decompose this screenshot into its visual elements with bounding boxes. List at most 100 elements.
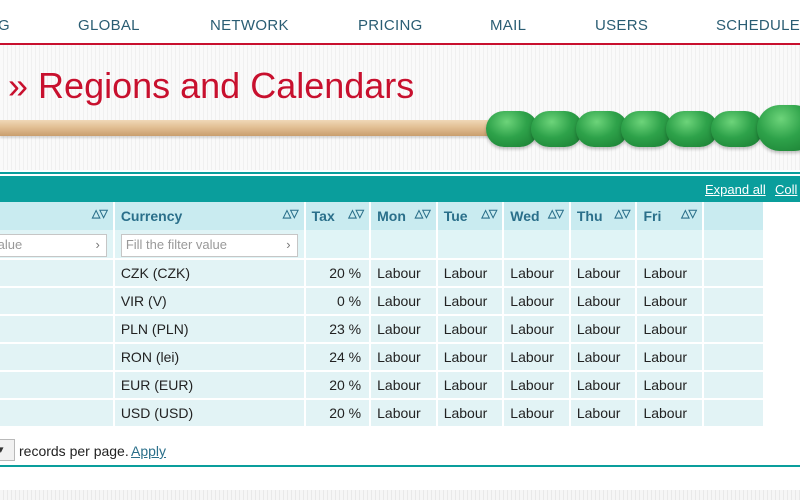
cell-tax: 23 %	[305, 316, 372, 344]
regions-table: △▽ Currency △▽ Tax △▽ Mon △▽ Tue △▽ Wed △▽ Th…	[0, 202, 765, 428]
cell-wed: Labour	[504, 316, 571, 344]
cell-wed: Labour	[504, 372, 571, 400]
records-per-page-label: records per page.	[19, 443, 129, 459]
cell-thu: Labour	[570, 400, 638, 428]
cell-mon: Labour	[371, 400, 438, 428]
cell-wed: Labour	[504, 288, 571, 316]
sort-icon[interactable]: △▽	[548, 207, 564, 220]
sort-icon[interactable]: △▽	[681, 207, 697, 220]
page-size-select[interactable]: ▾	[0, 439, 15, 461]
column-header-extra	[704, 202, 765, 230]
cell-tax: 20 %	[305, 260, 372, 288]
cell-tax: 0 %	[305, 288, 372, 316]
table-row[interactable]: RON (lei) 24 % Labour Labour Labour Labour Lab…	[0, 344, 765, 372]
cell-extra	[704, 288, 765, 316]
cell-tue: Labour	[437, 372, 505, 400]
cell-mon: Labour	[371, 372, 438, 400]
cell-wed: Labour	[504, 344, 571, 372]
table-row[interactable]: VIR (V) 0 % Labour Labour Labour Labour Labour	[0, 288, 765, 316]
cell-extra	[704, 344, 765, 372]
collapse-all-link[interactable]: Coll	[775, 182, 797, 197]
region-filter-input[interactable]: er value›	[0, 234, 107, 257]
chevron-down-icon: ▾	[0, 444, 4, 456]
column-header-tue[interactable]: Tue △▽	[437, 202, 505, 230]
cell-mon: Labour	[371, 260, 438, 288]
nav-item-users[interactable]: USERS	[595, 17, 648, 34]
column-header-fri[interactable]: Fri △▽	[637, 202, 705, 230]
cell-mon: Labour	[371, 344, 438, 372]
cell-currency: VIR (V)	[114, 288, 306, 316]
nav-item-network[interactable]: NETWORK	[210, 17, 289, 34]
cell-extra	[704, 372, 765, 400]
cell-thu: Labour	[570, 260, 638, 288]
cell-fri: Labour	[637, 372, 705, 400]
sort-icon[interactable]: △▽	[615, 207, 631, 220]
cell-currency: RON (lei)	[114, 344, 306, 372]
grid-toolbar: Expand all Coll	[0, 176, 800, 202]
cell-tax: 24 %	[305, 344, 372, 372]
cell-fri: Labour	[637, 260, 705, 288]
cell-region	[0, 344, 115, 372]
cell-tue: Labour	[437, 344, 505, 372]
currency-filter-input[interactable]: Fill the filter value ›	[120, 234, 298, 257]
cell-tue: Labour	[437, 288, 505, 316]
page-title: al » Regions and Calendars	[0, 65, 415, 106]
footer-stripe	[0, 490, 800, 500]
cell-region	[0, 316, 115, 344]
abacus-rod-decoration	[0, 120, 520, 136]
cell-region	[0, 288, 115, 316]
table-row[interactable]: tesUSD (USD)20 %LabourLabourLabourLabour…	[0, 400, 765, 428]
cell-currency: PLN (PLN)	[114, 316, 306, 344]
column-header-tax[interactable]: Tax △▽	[305, 202, 372, 230]
top-navigation: G GLOBAL NETWORK PRICING MAIL USERS SCHE…	[0, 0, 800, 45]
cell-wed: Labour	[504, 260, 571, 288]
column-header-region[interactable]: △▽	[0, 202, 115, 230]
cell-tax: 20 %	[305, 372, 372, 400]
cell-wed: Labour	[504, 400, 571, 428]
table-row[interactable]: EUR (EUR) 20 % Labour Labour Labour Labour Lab…	[0, 372, 765, 400]
filter-cell-currency: Fill the filter value ›	[114, 230, 306, 260]
column-header-thu[interactable]: Thu △▽	[570, 202, 638, 230]
sort-icon[interactable]: △▽	[481, 207, 497, 220]
sort-icon[interactable]: △▽	[283, 207, 299, 220]
table-row[interactable]: ublicCZK (CZK)20 %LabourLabourLabourLabo…	[0, 260, 765, 288]
column-header-wed[interactable]: Wed △▽	[504, 202, 571, 230]
table-row[interactable]: PLN (PLN) 23 % Labour Labour Labour Labour Lab…	[0, 316, 765, 344]
cell-thu: Labour	[570, 344, 638, 372]
cell-mon: Labour	[371, 288, 438, 316]
cell-fri: Labour	[637, 344, 705, 372]
cell-currency: USD (USD)	[114, 400, 306, 428]
grid-bottom-rule	[0, 465, 800, 467]
pager: ▾ records per page. Apply	[0, 439, 800, 463]
cell-thu: Labour	[570, 316, 638, 344]
cell-extra	[704, 260, 765, 288]
cell-tue: Labour	[437, 260, 505, 288]
expand-all-link[interactable]: Expand all	[705, 182, 766, 197]
abacus-bead-icon	[757, 105, 800, 151]
sort-icon[interactable]: △▽	[92, 207, 108, 220]
nav-item-partial[interactable]: G	[0, 17, 10, 34]
column-header-currency[interactable]: Currency △▽	[114, 202, 306, 230]
chevron-right-icon[interactable]: ›	[286, 235, 290, 255]
nav-item-scheduler[interactable]: SCHEDULER	[716, 17, 800, 34]
cell-tax: 20 %	[305, 400, 372, 428]
abacus-bead-icon	[711, 111, 763, 147]
cell-extra	[704, 400, 765, 428]
cell-region	[0, 372, 115, 400]
nav-item-mail[interactable]: MAIL	[490, 17, 526, 34]
cell-fri: Labour	[637, 288, 705, 316]
cell-fri: Labour	[637, 316, 705, 344]
cell-thu: Labour	[570, 372, 638, 400]
cell-tue: Labour	[437, 400, 505, 428]
sort-icon[interactable]: △▽	[415, 207, 431, 220]
apply-link[interactable]: Apply	[131, 443, 166, 459]
chevron-right-icon[interactable]: ›	[95, 235, 99, 255]
cell-currency: EUR (EUR)	[114, 372, 306, 400]
cell-currency: CZK (CZK)	[114, 260, 306, 288]
column-header-mon[interactable]: Mon △▽	[371, 202, 438, 230]
nav-item-global[interactable]: GLOBAL	[78, 17, 140, 34]
cell-thu: Labour	[570, 288, 638, 316]
nav-item-pricing[interactable]: PRICING	[358, 17, 423, 34]
sort-icon[interactable]: △▽	[348, 207, 364, 220]
grid-top-rule	[0, 172, 800, 174]
